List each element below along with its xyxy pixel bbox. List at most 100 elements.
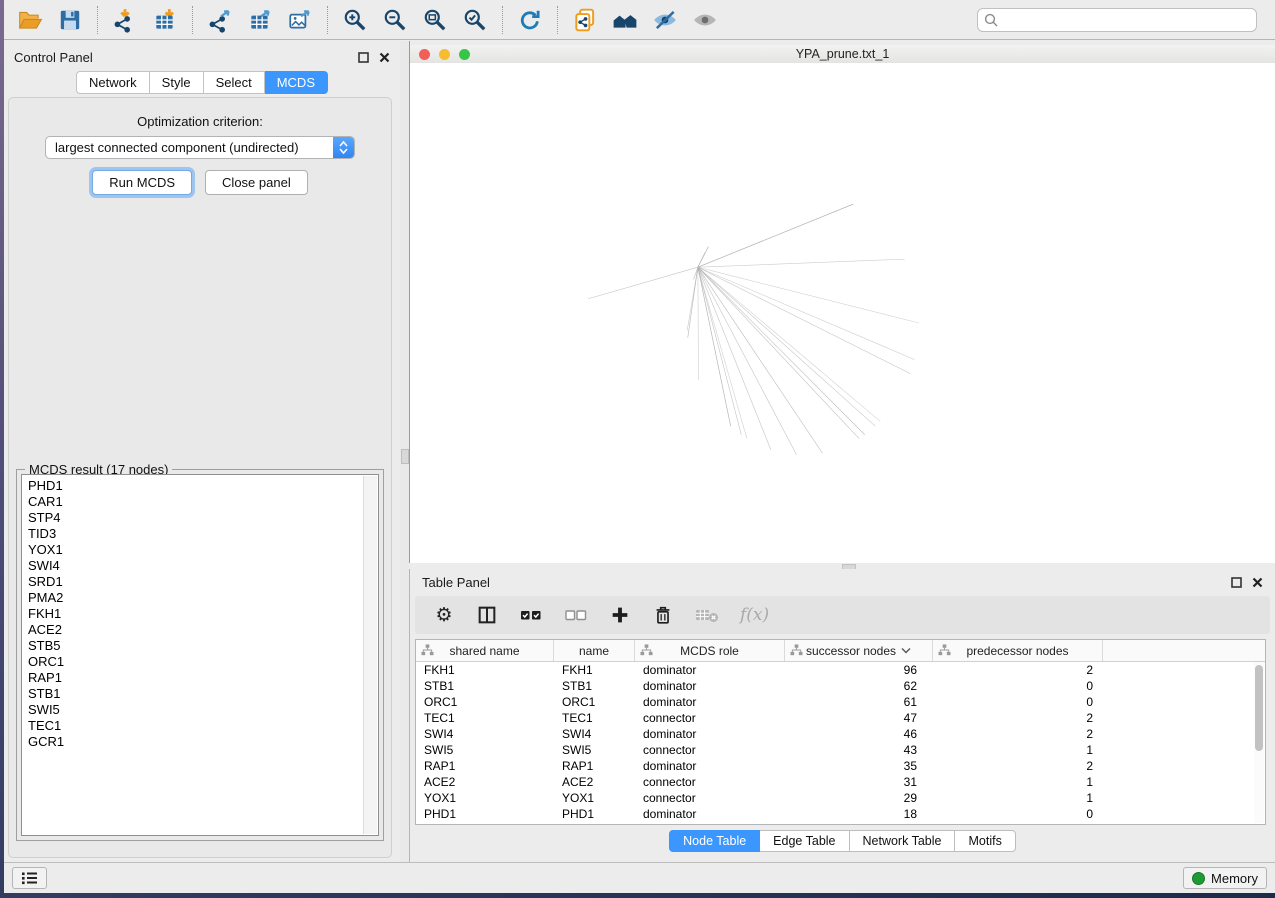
export-table-icon[interactable] — [240, 4, 280, 36]
mcds-result-item[interactable]: PHD1 — [28, 478, 358, 494]
mcds-result-item[interactable]: SWI4 — [28, 558, 358, 574]
mcds-result-item[interactable]: ORC1 — [28, 654, 358, 670]
mcds-result-item[interactable]: RAP1 — [28, 670, 358, 686]
mcds-result-item[interactable]: STB1 — [28, 686, 358, 702]
maximize-window-icon[interactable] — [459, 49, 470, 60]
memory-button[interactable]: Memory — [1183, 867, 1267, 889]
export-network-icon[interactable] — [200, 4, 240, 36]
mcds-result-group: MCDS result (17 nodes) PHD1CAR1STP4TID3Y… — [16, 469, 384, 841]
trash-icon[interactable] — [652, 603, 674, 627]
column-header-filler — [1103, 640, 1265, 661]
column-header-name[interactable]: name — [554, 640, 635, 661]
mcds-result-item[interactable]: TID3 — [28, 526, 358, 542]
column-header-shared-name[interactable]: shared name — [416, 640, 554, 661]
table-scrollbar[interactable] — [1254, 662, 1264, 823]
gear-icon[interactable]: ⚙ — [433, 603, 455, 627]
mcds-result-item[interactable]: STP4 — [28, 510, 358, 526]
splitter-grip[interactable] — [401, 449, 409, 464]
mcds-result-item[interactable]: ACE2 — [28, 622, 358, 638]
zoom-fit-icon[interactable] — [415, 4, 455, 36]
mcds-result-item[interactable]: TEC1 — [28, 718, 358, 734]
table-row[interactable]: SWI5SWI5connector431 — [416, 742, 1265, 758]
import-table-icon[interactable] — [145, 4, 185, 36]
zoom-out-icon[interactable] — [375, 4, 415, 36]
column-header-predecessor-nodes[interactable]: predecessor nodes — [933, 640, 1103, 661]
table-row[interactable]: ACE2ACE2connector311 — [416, 774, 1265, 790]
mcds-result-item[interactable]: STB5 — [28, 638, 358, 654]
table-row[interactable]: PHD1PHD1dominator180 — [416, 806, 1265, 822]
hide-selected-icon[interactable] — [645, 4, 685, 36]
close-panel-button[interactable]: Close panel — [205, 170, 308, 195]
cell-mcds_role: dominator — [635, 663, 785, 677]
export-image-icon[interactable] — [280, 4, 320, 36]
cell-name: PHD1 — [554, 807, 635, 821]
deselect-all-icon[interactable] — [564, 603, 588, 627]
mcds-result-item[interactable]: SWI5 — [28, 702, 358, 718]
table-row[interactable]: TEC1TEC1connector472 — [416, 710, 1265, 726]
table-row[interactable]: RAP1RAP1dominator352 — [416, 758, 1265, 774]
column-header-successor-nodes[interactable]: successor nodes — [785, 640, 933, 661]
cell-shared_name: STB1 — [416, 679, 554, 693]
close-window-icon[interactable] — [419, 49, 430, 60]
optimization-criterion-label: Optimization criterion: — [9, 114, 391, 129]
split-columns-icon[interactable] — [476, 603, 498, 627]
refresh-icon[interactable] — [510, 4, 550, 36]
table-row[interactable]: SWI4SWI4dominator462 — [416, 726, 1265, 742]
home-icon[interactable] — [605, 4, 645, 36]
tab-network[interactable]: Network — [76, 71, 150, 94]
optimization-criterion-dropdown[interactable]: largest connected component (undirected) — [45, 136, 355, 159]
import-network-icon[interactable] — [105, 4, 145, 36]
mcds-result-item[interactable]: CAR1 — [28, 494, 358, 510]
close-icon[interactable] — [1252, 577, 1263, 588]
tab-style[interactable]: Style — [150, 71, 204, 94]
mcds-result-item[interactable]: GCR1 — [28, 734, 358, 750]
float-icon[interactable] — [358, 52, 369, 63]
close-icon[interactable] — [379, 52, 390, 63]
cell-shared_name: RAP1 — [416, 759, 554, 773]
cell-shared_name: FKH1 — [416, 663, 554, 677]
mcds-result-item[interactable]: SRD1 — [28, 574, 358, 590]
network-title: YPA_prune.txt_1 — [410, 45, 1275, 63]
add-icon[interactable] — [609, 603, 631, 627]
show-all-icon[interactable] — [685, 4, 725, 36]
mcds-result-item[interactable]: YOX1 — [28, 542, 358, 558]
scrollbar-thumb[interactable] — [1255, 665, 1263, 751]
cell-predecessor_nodes: 0 — [933, 695, 1103, 709]
save-session-icon[interactable] — [50, 4, 90, 36]
float-icon[interactable] — [1231, 577, 1242, 588]
search-input[interactable] — [1002, 11, 1250, 28]
table-row[interactable]: STB1STB1dominator620 — [416, 678, 1265, 694]
cell-successor_nodes: 62 — [785, 679, 933, 693]
cell-shared_name: PHD1 — [416, 807, 554, 821]
minimize-window-icon[interactable] — [439, 49, 450, 60]
table-row[interactable]: FKH1FKH1dominator962 — [416, 662, 1265, 678]
network-graph[interactable] — [410, 63, 1275, 563]
run-mcds-button[interactable]: Run MCDS — [92, 170, 192, 195]
open-file-icon[interactable] — [10, 4, 50, 36]
duplicate-network-icon[interactable] — [565, 4, 605, 36]
tab-node-table[interactable]: Node Table — [669, 830, 760, 852]
select-all-icon[interactable] — [519, 603, 543, 627]
cell-successor_nodes: 96 — [785, 663, 933, 677]
tab-mcds[interactable]: MCDS — [265, 71, 328, 94]
cell-shared_name: SWI4 — [416, 727, 554, 741]
table-row[interactable]: ORC1ORC1dominator610 — [416, 694, 1265, 710]
memory-label: Memory — [1211, 871, 1258, 886]
zoom-in-icon[interactable] — [335, 4, 375, 36]
mcds-result-item[interactable]: PMA2 — [28, 590, 358, 606]
search-box[interactable] — [977, 8, 1257, 32]
toolbar-icon-groups — [10, 4, 725, 36]
tab-network-table[interactable]: Network Table — [850, 830, 956, 852]
zoom-selected-icon[interactable] — [455, 4, 495, 36]
table-row[interactable]: YOX1YOX1connector291 — [416, 790, 1265, 806]
network-canvas[interactable] — [410, 63, 1275, 563]
memory-status-icon — [1192, 872, 1205, 885]
show-panels-button[interactable] — [12, 867, 47, 889]
column-header-MCDS-role[interactable]: MCDS role — [635, 640, 785, 661]
tab-select[interactable]: Select — [204, 71, 265, 94]
tab-motifs[interactable]: Motifs — [955, 830, 1015, 852]
mcds-result-item[interactable]: FKH1 — [28, 606, 358, 622]
mcds-list-scrollbar[interactable] — [363, 476, 377, 834]
cell-predecessor_nodes: 0 — [933, 807, 1103, 821]
tab-edge-table[interactable]: Edge Table — [760, 830, 849, 852]
